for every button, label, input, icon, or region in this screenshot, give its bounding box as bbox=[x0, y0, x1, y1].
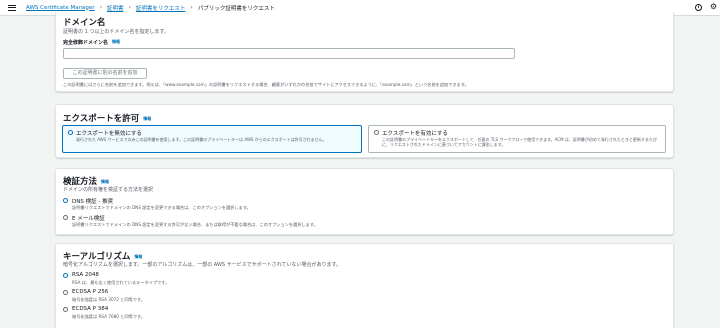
fqdn-input[interactable] bbox=[63, 48, 515, 59]
allow-export-panel: エクスポートを許可 情報 エクスポートを無効にする 発行された AWS サービスで… bbox=[55, 104, 674, 158]
dns-validation-title: DNS 検証 - 推奨 bbox=[72, 199, 114, 205]
ecdsa-p384-radio[interactable] bbox=[63, 307, 68, 312]
disable-export-title: エクスポートを無効にする bbox=[76, 131, 142, 137]
enable-export-title: エクスポートを有効にする bbox=[382, 131, 448, 137]
chevron-right-icon: › bbox=[190, 4, 193, 11]
rsa-2048-radio[interactable] bbox=[63, 273, 68, 278]
hamburger-menu-icon[interactable] bbox=[8, 4, 16, 11]
chevron-right-icon: › bbox=[99, 4, 102, 11]
domain-names-heading: ドメイン名 bbox=[63, 18, 106, 28]
validation-method-info-link[interactable]: 情報 bbox=[101, 179, 109, 184]
ecdsa-p384-description: 暗号化強度は RSA 7680 と同等です。 bbox=[72, 314, 145, 319]
allow-export-info-link[interactable]: 情報 bbox=[143, 116, 151, 121]
key-algorithm-description: 暗号化アルゴリズムを選択します。一部のアルゴリズムは、一部の AWS サービスで… bbox=[63, 262, 341, 268]
domain-names-description: 証明書の 1 つ以上のドメイン名を指定します。 bbox=[63, 29, 169, 35]
key-algorithm-panel: キーアルゴリズム 情報 暗号化アルゴリズムを選択します。一部のアルゴリズムは、一部… bbox=[55, 243, 674, 328]
info-circle-icon[interactable]: i bbox=[695, 4, 702, 11]
validation-method-panel: 検証方法 情報 ドメインの所有権を検証する方法を選択 DNS 検証 - 推奨 証明… bbox=[55, 168, 674, 235]
email-validation-title: E メール検証 bbox=[72, 216, 105, 222]
dns-validation-description: 証明書リクエストでドメインの DNS 設定を変更できる場合は、このオプションを選… bbox=[72, 205, 251, 210]
allow-export-heading: エクスポートを許可 情報 bbox=[63, 114, 152, 124]
breadcrumb-certificates[interactable]: 証明書 bbox=[107, 4, 124, 12]
breadcrumb-request-certificate[interactable]: 証明書をリクエスト bbox=[136, 4, 186, 12]
breadcrumb-current: パブリック証明書をリクエスト bbox=[197, 5, 275, 12]
add-name-hint: この証明書にはさらに名前を追加できます。例えば、「www.example.com… bbox=[63, 82, 469, 87]
email-validation-description: 証明書リクエストでドメインの DNS 設定を変更する許可がない場合、または取得が… bbox=[72, 222, 318, 227]
ecdsa-p256-title: ECDSA P 256 bbox=[72, 289, 109, 295]
key-algorithm-info-link[interactable]: 情報 bbox=[134, 254, 142, 259]
email-validation-radio[interactable] bbox=[63, 215, 68, 220]
enable-export-radio[interactable] bbox=[374, 130, 379, 135]
disable-export-radio[interactable] bbox=[68, 130, 73, 135]
fqdn-info-link[interactable]: 情報 bbox=[112, 39, 120, 44]
ecdsa-p384-title: ECDSA P 384 bbox=[72, 306, 109, 312]
domain-names-panel: ドメイン名 証明書の 1 つ以上のドメイン名を指定します。 完全修飾ドメイン名情… bbox=[55, 12, 674, 92]
add-another-name-button[interactable]: この証明書に別の名前を追加 bbox=[63, 68, 147, 79]
rsa-2048-description: RSA は、最も広く使用されているキータイプです。 bbox=[72, 280, 170, 285]
ecdsa-p256-radio[interactable] bbox=[63, 290, 68, 295]
ecdsa-p256-description: 暗号化強度は RSA 3072 と同等です。 bbox=[72, 297, 145, 302]
disable-export-description: 発行された AWS サービスでのみこの証明書を使用します。この証明書のプライベー… bbox=[76, 137, 327, 142]
fqdn-label: 完全修飾ドメイン名 情報 bbox=[63, 39, 121, 46]
gear-icon[interactable]: ⚙ bbox=[710, 3, 717, 11]
chevron-right-icon: › bbox=[128, 4, 131, 11]
rsa-2048-title: RSA 2048 bbox=[72, 272, 99, 278]
disable-export-option[interactable]: エクスポートを無効にする 発行された AWS サービスでのみこの証明書を使用しま… bbox=[62, 125, 362, 153]
breadcrumb-acm[interactable]: AWS Certificate Manager bbox=[26, 5, 95, 11]
dns-validation-radio[interactable] bbox=[63, 198, 68, 203]
enable-export-option[interactable]: エクスポートを有効にする この証明書のプライベートキーをエクスポートして、任意の… bbox=[368, 125, 666, 153]
validation-method-description: ドメインの所有権を検証する方法を選択 bbox=[63, 187, 154, 193]
enable-export-description: この証明書のプライベートキーをエクスポートして、任意の TLS ワークフローで使… bbox=[382, 137, 657, 147]
